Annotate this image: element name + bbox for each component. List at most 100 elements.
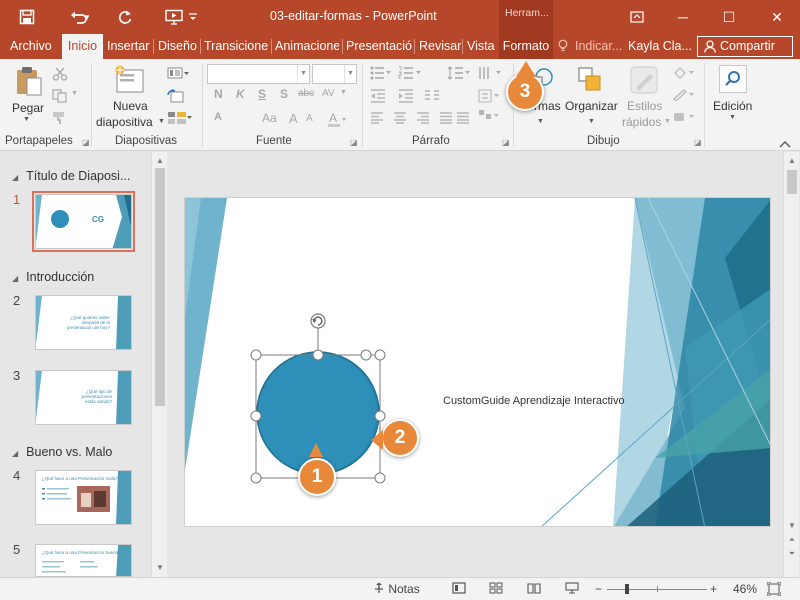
close-button[interactable]: ✕ <box>754 0 800 34</box>
notes-button[interactable]: Notas <box>373 582 420 596</box>
shrink-font-button[interactable]: A <box>306 113 313 124</box>
font-launcher-icon[interactable]: ◪ <box>350 138 358 147</box>
scroll-up-icon[interactable]: ▲ <box>152 154 168 168</box>
new-slide-icon[interactable] <box>114 64 146 97</box>
undo-dropdown-icon[interactable]: ▼ <box>80 0 94 34</box>
align-left-icon[interactable] <box>370 112 384 127</box>
columns-icon[interactable] <box>424 89 440 106</box>
justify-icon[interactable] <box>439 112 453 127</box>
slide-subtitle-text[interactable]: CustomGuide Aprendizaje Interactivo <box>443 395 625 407</box>
bold-button[interactable]: N <box>214 87 223 101</box>
copy-dropdown-icon[interactable]: ▼ <box>71 90 78 97</box>
slide-sorter-icon[interactable] <box>489 582 503 597</box>
tab-diseno[interactable]: Diseño <box>158 34 198 59</box>
zoom-in-button[interactable]: + <box>710 582 717 596</box>
editor-scrollbar[interactable]: ▲ ▼ ⏶ ⏷ <box>783 152 799 577</box>
paste-icon[interactable] <box>14 65 44 97</box>
bullets-icon[interactable] <box>370 66 392 83</box>
section-icon[interactable] <box>167 111 193 128</box>
scrollbar-thumb[interactable] <box>155 168 165 406</box>
quick-styles-label-1[interactable]: Estilos <box>627 99 662 113</box>
arrange-dropdown-icon[interactable]: ▼ <box>588 118 595 125</box>
slide-pane-scrollbar[interactable]: ▲ ▼ <box>151 152 167 577</box>
reading-view-icon[interactable] <box>527 582 541 597</box>
slide-thumbnail[interactable]: ¿Qué tipo de presentaciones estás dando? <box>35 370 132 425</box>
quick-styles-icon[interactable] <box>630 66 658 97</box>
underline-button[interactable]: S <box>258 87 266 101</box>
reset-slide-icon[interactable] <box>167 89 185 106</box>
shadow-button[interactable]: S <box>280 87 288 101</box>
zoom-out-button[interactable]: − <box>595 582 602 596</box>
ribbon-display-options-icon[interactable] <box>614 0 660 34</box>
shapes-dropdown-icon[interactable]: ▼ <box>537 118 544 125</box>
tab-vista[interactable]: Vista <box>467 34 497 59</box>
fit-to-window-icon[interactable] <box>766 581 782 599</box>
share-button[interactable]: Compartir <box>697 36 793 57</box>
text-direction-icon[interactable] <box>478 66 502 83</box>
paragraph-launcher-icon[interactable]: ◪ <box>502 138 510 147</box>
copy-icon[interactable] <box>52 89 68 106</box>
tab-formato[interactable]: Formato <box>499 34 553 59</box>
drawing-launcher-icon[interactable]: ◪ <box>694 138 702 147</box>
slideshow-view-icon[interactable] <box>565 582 579 597</box>
format-painter-icon[interactable] <box>52 111 68 128</box>
redo-icon[interactable] <box>108 0 142 34</box>
next-slide-icon[interactable]: ⏷ <box>784 547 800 561</box>
align-text-icon[interactable] <box>478 89 502 106</box>
increase-indent-icon[interactable] <box>398 89 414 106</box>
distributed-icon[interactable] <box>456 112 470 127</box>
slide-thumbnail[interactable]: ¿Qué hace a una Presentación buena? <box>35 544 132 577</box>
clear-format-button[interactable]: A <box>214 111 222 123</box>
font-size-input[interactable]: ▼ <box>312 64 357 84</box>
normal-view-icon[interactable] <box>452 582 466 597</box>
tab-transiciones[interactable]: Transiciones <box>204 34 268 59</box>
scroll-down-icon[interactable]: ▼ <box>152 561 168 575</box>
zoom-slider-thumb[interactable] <box>625 584 629 594</box>
smartart-icon[interactable] <box>478 109 502 126</box>
tab-animaciones[interactable]: Animaciones <box>275 34 339 59</box>
line-spacing-icon[interactable] <box>447 66 471 83</box>
paste-dropdown-icon[interactable]: ▼ <box>23 116 30 123</box>
tab-presentacion[interactable]: Presentació <box>346 34 412 59</box>
section-header[interactable]: ◢ Bueno vs. Malo <box>12 445 112 459</box>
paste-label[interactable]: Pegar <box>12 101 44 115</box>
numbering-icon[interactable] <box>398 66 422 83</box>
scroll-up-icon[interactable]: ▲ <box>784 154 800 168</box>
align-right-icon[interactable] <box>416 112 430 127</box>
scroll-down-icon[interactable]: ▼ <box>784 519 800 533</box>
char-spacing-dropdown-icon[interactable]: ▼ <box>340 89 347 96</box>
italic-button[interactable]: K <box>236 87 245 101</box>
save-icon[interactable] <box>10 0 44 34</box>
clipboard-launcher-icon[interactable]: ◪ <box>82 138 90 147</box>
new-slide-label-1[interactable]: Nueva <box>113 99 148 113</box>
strikethrough-button[interactable]: abc <box>298 88 314 99</box>
char-spacing-button[interactable]: AV <box>322 88 335 99</box>
layout-icon[interactable] <box>167 67 189 82</box>
font-color-icon[interactable]: A <box>327 111 347 130</box>
arrange-icon[interactable] <box>576 65 606 98</box>
shape-fill-icon[interactable] <box>672 67 698 82</box>
section-header[interactable]: ◢ Introducción <box>12 270 94 284</box>
slide-thumbnail[interactable]: CG <box>32 191 135 252</box>
quick-styles-dropdown-icon[interactable]: ▼ <box>664 118 671 125</box>
case-button[interactable]: Aa <box>262 111 277 125</box>
align-center-icon[interactable] <box>393 112 407 127</box>
user-account[interactable]: Kayla Cla... <box>628 34 694 59</box>
cut-icon[interactable] <box>52 67 68 84</box>
scrollbar-thumb[interactable] <box>787 170 797 194</box>
tab-archivo[interactable]: Archivo <box>4 34 56 59</box>
customize-qat-icon[interactable] <box>186 0 200 34</box>
zoom-slider[interactable] <box>607 584 707 594</box>
new-slide-dropdown-icon[interactable]: ▼ <box>158 118 165 125</box>
new-slide-label-2[interactable]: diapositiva <box>96 115 153 129</box>
quick-styles-label-2[interactable]: rápidos <box>622 115 661 129</box>
zoom-level[interactable]: 46% <box>733 582 757 596</box>
tab-inicio[interactable]: Inicio <box>62 34 103 59</box>
section-header[interactable]: ◢ Título de Diaposi... <box>12 169 130 183</box>
arrange-label[interactable]: Organizar <box>565 99 618 113</box>
maximize-button[interactable]: ☐ <box>706 0 752 34</box>
tab-revisar[interactable]: Revisar <box>419 34 461 59</box>
slide-thumbnail[interactable]: ¿Qué hace a una Presentación mala? <box>35 470 132 525</box>
editing-dropdown-icon[interactable]: ▼ <box>729 114 736 121</box>
shape-effects-icon[interactable] <box>672 111 698 126</box>
